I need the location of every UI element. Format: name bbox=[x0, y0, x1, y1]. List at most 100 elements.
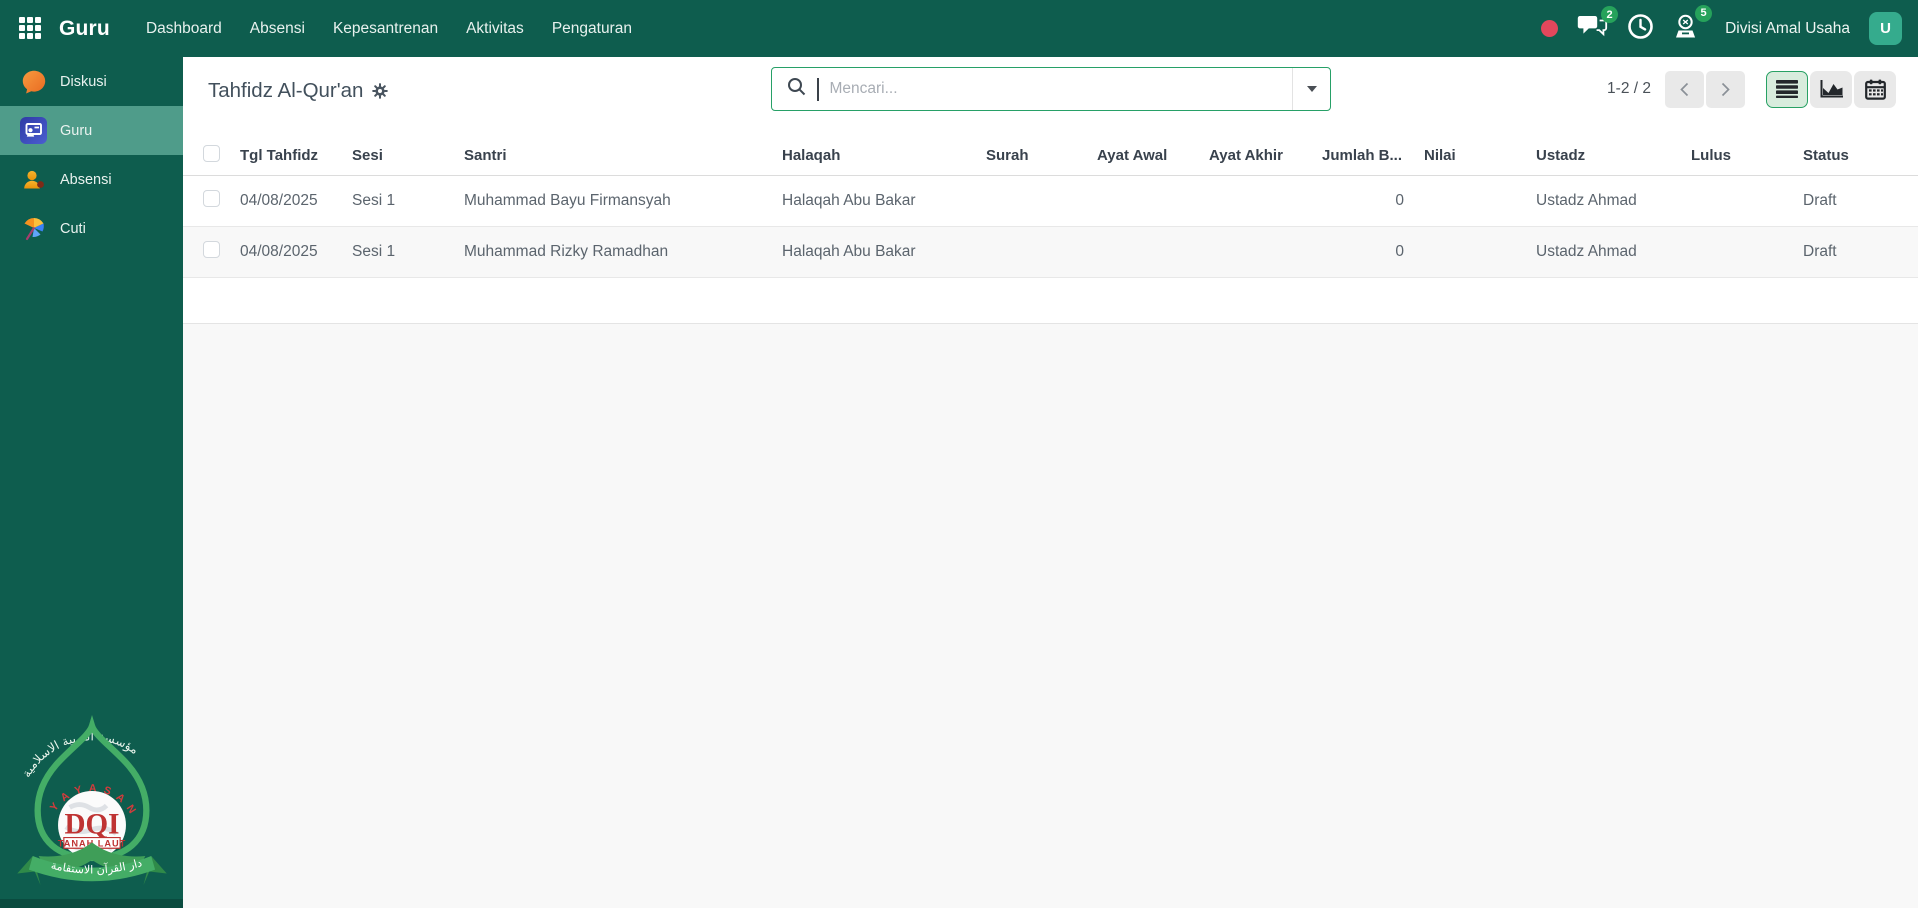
current-app-name[interactable]: Guru bbox=[59, 17, 110, 41]
cell-halaqah: Halaqah Abu Bakar bbox=[779, 226, 983, 278]
organization-logo: مؤسسة التربية الاسلامية Y A Y A S A N DQ… bbox=[9, 691, 174, 894]
chevron-right-icon bbox=[1721, 82, 1730, 96]
sidebar-item-label: Cuti bbox=[60, 220, 86, 237]
cell-tgl: 04/08/2025 bbox=[237, 175, 349, 227]
row-checkbox[interactable] bbox=[203, 240, 220, 258]
records-table: Tgl Tahfidz Sesi Santri Halaqah Surah Ay… bbox=[183, 136, 1918, 278]
search-input[interactable] bbox=[829, 80, 1292, 98]
row-select-cell bbox=[183, 226, 237, 278]
cell-sesi: Sesi 1 bbox=[349, 175, 461, 227]
sidebar-item-diskusi[interactable]: Diskusi bbox=[0, 57, 183, 106]
pager-buttons bbox=[1665, 70, 1745, 108]
cell-surah bbox=[983, 175, 1094, 227]
user-avatar[interactable]: U bbox=[1869, 12, 1902, 45]
cell-halaqah: Halaqah Abu Bakar bbox=[779, 175, 983, 227]
search-icon bbox=[787, 77, 806, 101]
list-view-button[interactable] bbox=[1766, 70, 1808, 108]
attendance-person-icon bbox=[20, 166, 47, 193]
row-select-cell bbox=[183, 175, 237, 227]
cell-jumlah: 0 bbox=[1319, 226, 1421, 278]
sidebar-item-cuti[interactable]: Cuti bbox=[0, 204, 183, 253]
header-lulus[interactable]: Lulus bbox=[1688, 136, 1800, 176]
graph-view-button[interactable] bbox=[1810, 70, 1852, 108]
header-tgl-tahfidz[interactable]: Tgl Tahfidz bbox=[237, 136, 349, 176]
calendar-view-button[interactable] bbox=[1854, 70, 1896, 108]
table-footer-empty-area bbox=[183, 278, 1918, 324]
leave-umbrella-icon bbox=[20, 215, 47, 242]
header-surah[interactable]: Surah bbox=[983, 136, 1094, 176]
sidebar-item-guru[interactable]: Guru bbox=[0, 106, 183, 155]
select-all-checkbox[interactable] bbox=[203, 144, 220, 162]
header-jumlah[interactable]: Jumlah B... bbox=[1319, 136, 1421, 176]
pager-counter: 1-2 / 2 bbox=[1607, 80, 1651, 97]
apps-grid-icon[interactable] bbox=[19, 16, 43, 41]
sidebar-item-label: Absensi bbox=[60, 171, 112, 188]
pager-next-button[interactable] bbox=[1706, 70, 1745, 108]
calendar-view-icon bbox=[1864, 79, 1886, 100]
chevron-down-icon bbox=[1306, 86, 1317, 92]
table-row[interactable]: 04/08/2025 Sesi 1 Muhammad Bayu Firmansy… bbox=[183, 175, 1918, 227]
activities-clock-button[interactable] bbox=[1627, 13, 1654, 45]
main-content: Tahfidz Al-Qur'an 1-2 / 2 bbox=[183, 57, 1918, 908]
activities-badge: 5 bbox=[1695, 4, 1713, 22]
header-halaqah[interactable]: Halaqah bbox=[779, 136, 983, 176]
red-status-dot bbox=[1541, 20, 1559, 37]
messages-badge: 2 bbox=[1601, 6, 1619, 23]
cell-santri: Muhammad Rizky Ramadhan bbox=[461, 226, 779, 278]
sidebar-item-label: Guru bbox=[60, 122, 93, 139]
cell-status: Draft bbox=[1800, 226, 1918, 278]
header-ustadz[interactable]: Ustadz bbox=[1533, 136, 1688, 176]
logo-abbr: DQI bbox=[64, 809, 119, 841]
cell-santri: Muhammad Bayu Firmansyah bbox=[461, 175, 779, 227]
cell-ayat-awal bbox=[1094, 226, 1206, 278]
breadcrumb: Tahfidz Al-Qur'an bbox=[208, 79, 389, 103]
nav-item-absensi[interactable]: Absensi bbox=[236, 0, 319, 57]
cell-status: Draft bbox=[1800, 175, 1918, 227]
nav-item-aktivitas[interactable]: Aktivitas bbox=[452, 0, 538, 57]
cell-nilai bbox=[1421, 175, 1533, 227]
chevron-left-icon bbox=[1680, 82, 1689, 96]
nav-item-pengaturan[interactable]: Pengaturan bbox=[538, 0, 646, 57]
page-title: Tahfidz Al-Qur'an bbox=[208, 79, 364, 102]
search-dropdown-toggle[interactable] bbox=[1292, 68, 1330, 110]
nav-item-dashboard[interactable]: Dashboard bbox=[132, 0, 236, 57]
cell-sesi: Sesi 1 bbox=[349, 226, 461, 278]
cell-nilai bbox=[1421, 226, 1533, 278]
systray: 2 5 Divisi Amal Usaha U bbox=[1541, 4, 1918, 46]
cell-lulus bbox=[1688, 175, 1800, 227]
list-view-icon bbox=[1776, 80, 1798, 98]
collect-requests-button[interactable]: 5 bbox=[1673, 4, 1713, 46]
messages-button[interactable]: 2 bbox=[1577, 6, 1619, 44]
navbar-menu: Dashboard Absensi Kepesantrenan Aktivita… bbox=[132, 0, 646, 57]
search-input-area[interactable] bbox=[772, 68, 1292, 110]
search-box bbox=[771, 67, 1331, 111]
clock-icon bbox=[1627, 13, 1654, 45]
header-status[interactable]: Status bbox=[1800, 136, 1918, 176]
row-checkbox[interactable] bbox=[203, 189, 220, 207]
cell-ayat-awal bbox=[1094, 175, 1206, 227]
settings-gear-icon[interactable] bbox=[372, 83, 389, 99]
text-cursor bbox=[817, 77, 819, 101]
cell-ayat-akhir bbox=[1206, 175, 1319, 227]
top-navbar: Guru Dashboard Absensi Kepesantrenan Akt… bbox=[0, 0, 1918, 57]
header-ayat-akhir[interactable]: Ayat Akhir bbox=[1206, 136, 1319, 176]
user-menu-name[interactable]: Divisi Amal Usaha bbox=[1725, 20, 1850, 38]
view-switcher bbox=[1766, 70, 1896, 108]
table-row[interactable]: 04/08/2025 Sesi 1 Muhammad Rizky Ramadha… bbox=[183, 226, 1918, 278]
header-ayat-awal[interactable]: Ayat Awal bbox=[1094, 136, 1206, 176]
sidebar-item-absensi[interactable]: Absensi bbox=[0, 155, 183, 204]
discuss-bubble-icon bbox=[20, 68, 47, 95]
sidebar-item-label: Diskusi bbox=[60, 73, 107, 90]
pager-previous-button[interactable] bbox=[1665, 70, 1704, 108]
header-santri[interactable]: Santri bbox=[461, 136, 779, 176]
cell-jumlah: 0 bbox=[1319, 175, 1421, 227]
select-all-cell bbox=[183, 136, 237, 176]
nav-item-kepesantrenan[interactable]: Kepesantrenan bbox=[319, 0, 452, 57]
header-nilai[interactable]: Nilai bbox=[1421, 136, 1533, 176]
cell-ayat-akhir bbox=[1206, 226, 1319, 278]
table-header-row: Tgl Tahfidz Sesi Santri Halaqah Surah Ay… bbox=[183, 136, 1918, 176]
cell-tgl: 04/08/2025 bbox=[237, 226, 349, 278]
sidebar-bottom-strip bbox=[0, 899, 183, 908]
graph-view-icon bbox=[1820, 79, 1843, 97]
header-sesi[interactable]: Sesi bbox=[349, 136, 461, 176]
